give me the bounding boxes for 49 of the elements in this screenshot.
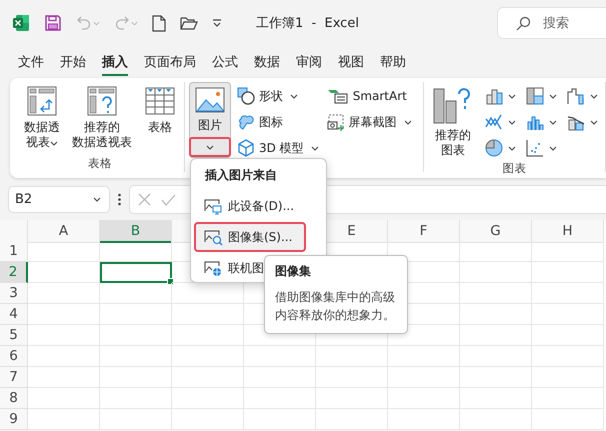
- ribbon-button[interactable]: 形状: [235, 84, 321, 108]
- menu-item[interactable]: 图像集(S)...: [194, 222, 306, 252]
- column-header[interactable]: B: [100, 220, 172, 243]
- ribbon-button[interactable]: 表格: [140, 82, 180, 138]
- column-header[interactable]: F: [388, 220, 460, 243]
- ribbon-tab[interactable]: 视图: [330, 46, 372, 78]
- column-header[interactable]: A: [28, 220, 100, 243]
- row-header[interactable]: 1: [0, 241, 28, 262]
- ribbon-button[interactable]: 图标: [235, 110, 321, 134]
- row-header[interactable]: 5: [0, 325, 28, 346]
- search-field[interactable]: 搜索: [497, 7, 606, 39]
- row-header[interactable]: 9: [0, 409, 28, 430]
- group-label: 图表: [502, 161, 526, 175]
- window-title: 工作簿1 - Excel: [256, 15, 359, 32]
- ribbon-tab[interactable]: 开始: [52, 46, 94, 78]
- ribbon-tab[interactable]: 文件: [10, 46, 52, 78]
- ribbon-tab[interactable]: 公式: [204, 46, 246, 78]
- tooltip-text: 借助图像集库中的高级内容释放你的想象力。: [275, 289, 396, 324]
- row-header[interactable]: 6: [0, 346, 28, 367]
- button-label: 3D 模型: [259, 140, 304, 156]
- ribbon-tab[interactable]: 数据: [246, 46, 288, 78]
- button-label: 图标: [259, 114, 283, 130]
- ribbon-tab[interactable]: 帮助: [372, 46, 414, 78]
- ribbon-tab[interactable]: 页面布局: [136, 46, 204, 78]
- ribbon-button[interactable]: 屏幕截图: [324, 110, 414, 134]
- button-label: SmartArt: [352, 89, 407, 103]
- row-header[interactable]: 8: [0, 388, 28, 409]
- group-label: 表格: [88, 156, 112, 170]
- column-header[interactable]: H: [532, 220, 604, 243]
- ribbon-tab[interactable]: 插入: [94, 46, 136, 78]
- ribbon-button[interactable]: 推荐的 数据透视表: [68, 82, 136, 153]
- ribbon-button[interactable]: 推荐的 图表: [428, 82, 478, 161]
- button-label: 形状: [259, 88, 283, 104]
- row-header[interactable]: 7: [0, 367, 28, 388]
- row-header[interactable]: 3: [0, 283, 28, 304]
- ribbon-button[interactable]: SmartArt: [324, 84, 414, 108]
- button-label: 屏幕截图: [348, 114, 397, 130]
- row-header[interactable]: 2: [0, 262, 28, 283]
- ribbon-button[interactable]: 数据透 视表: [20, 82, 64, 153]
- menu-item[interactable]: 此设备(D)...: [194, 191, 306, 221]
- tooltip-title: 图像集: [275, 263, 312, 280]
- column-header[interactable]: G: [460, 220, 532, 243]
- picture-split-button[interactable]: 图片: [189, 82, 231, 158]
- button-label: 图片: [198, 117, 222, 134]
- row-header[interactable]: 4: [0, 304, 28, 325]
- menu-header: 插入图片来自: [204, 167, 278, 184]
- name-box[interactable]: B2: [8, 186, 110, 213]
- ribbon-tab[interactable]: 审阅: [288, 46, 330, 78]
- ribbon-button[interactable]: 3D 模型: [235, 136, 321, 160]
